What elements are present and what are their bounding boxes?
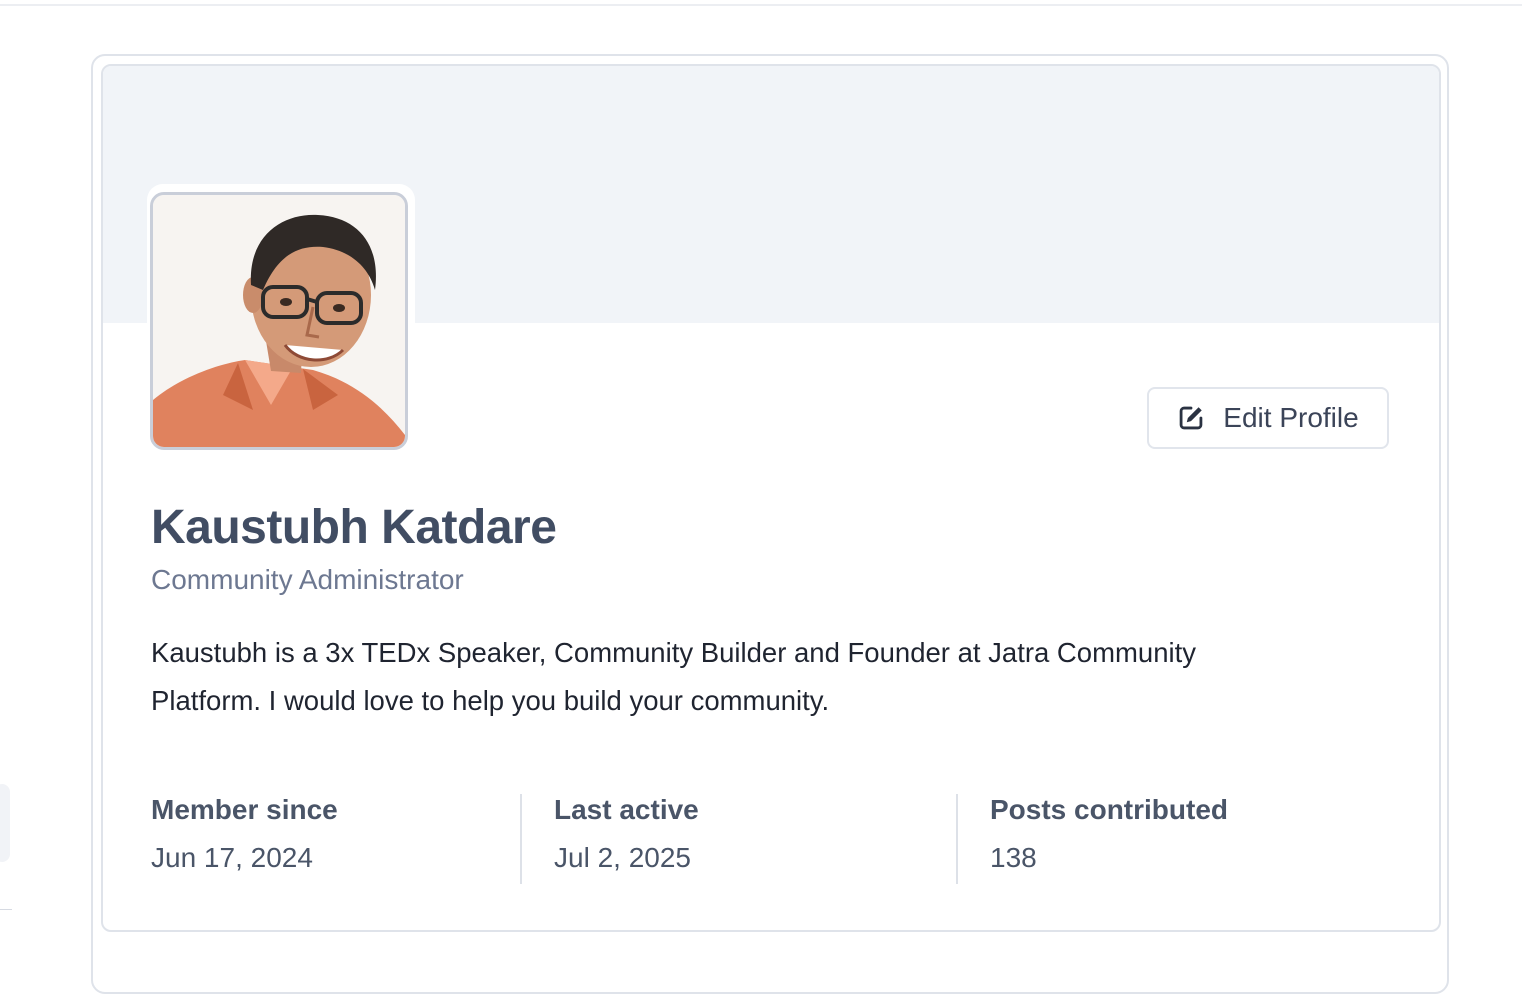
profile-role: Community Administrator bbox=[151, 564, 464, 595]
stat-label: Member since bbox=[151, 794, 338, 825]
stat-last-active: Last active Jul 2, 2025 bbox=[554, 794, 699, 884]
edit-profile-button[interactable]: Edit Profile bbox=[1147, 387, 1389, 449]
sidebar-edge bbox=[0, 784, 10, 862]
stat-divider bbox=[520, 794, 522, 884]
pencil-square-icon bbox=[1179, 406, 1203, 430]
profile-stats: Member since Jun 17, 2024 Last active Ju… bbox=[151, 794, 1391, 884]
stat-value: Jun 17, 2024 bbox=[151, 842, 313, 873]
stat-divider bbox=[956, 794, 958, 884]
avatar bbox=[150, 192, 408, 450]
avatar-photo bbox=[153, 195, 405, 447]
sidebar-edge-divider bbox=[0, 909, 12, 910]
edit-profile-label: Edit Profile bbox=[1223, 402, 1359, 433]
stat-label: Last active bbox=[554, 794, 699, 825]
stat-label: Posts contributed bbox=[990, 794, 1229, 825]
stat-member-since: Member since Jun 17, 2024 bbox=[151, 794, 338, 884]
top-divider bbox=[0, 4, 1522, 6]
stat-value: 138 bbox=[990, 842, 1037, 873]
stat-value: Jul 2, 2025 bbox=[554, 842, 691, 873]
avatar-container bbox=[147, 184, 415, 452]
profile-bio: Kaustubh is a 3x TEDx Speaker, Community… bbox=[151, 637, 1196, 716]
profile-name: Kaustubh Katdare bbox=[151, 501, 557, 554]
stat-posts-contributed: Posts contributed 138 bbox=[990, 794, 1228, 884]
profile-card: Edit Profile Kaustubh Katdare Community … bbox=[101, 64, 1441, 932]
